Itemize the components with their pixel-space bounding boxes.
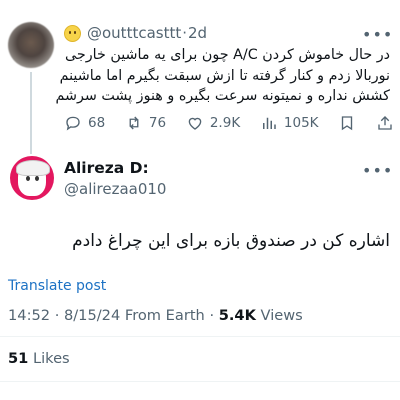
likes-summary[interactable]: 51 Likes: [8, 350, 70, 367]
header-separator: ·: [182, 24, 188, 42]
views-label: Views: [255, 307, 303, 324]
share-button[interactable]: [376, 114, 394, 132]
repost-button[interactable]: 76: [125, 114, 166, 132]
avatar-eye: [26, 176, 30, 181]
views-button[interactable]: 105K: [260, 114, 319, 132]
post-timestamp[interactable]: 14:52 · 8/15/24 From Earth ·: [8, 307, 219, 324]
tweet-text: در حال خاموش کردن A/C چون برای یه ماشین …: [55, 45, 390, 107]
divider: [0, 336, 400, 337]
like-button[interactable]: 2.9K: [186, 114, 240, 132]
share-icon: [378, 116, 392, 130]
likes-label: Likes: [28, 350, 70, 367]
post-time[interactable]: 2d: [188, 24, 207, 42]
reply-count: 68: [88, 115, 106, 131]
more-options-icon[interactable]: •••: [362, 163, 393, 179]
avatar-eye: [35, 176, 39, 181]
bookmark-icon: [342, 116, 353, 131]
avatar-hair: [16, 160, 50, 176]
reply-button[interactable]: 68: [64, 114, 105, 132]
author-handle[interactable]: @outttcasttt: [87, 24, 181, 42]
user-avatar-blurred[interactable]: [8, 22, 54, 68]
divider: [0, 381, 400, 382]
translate-post-link[interactable]: Translate post: [8, 278, 106, 294]
views-icon: [262, 117, 276, 129]
repost-icon: [129, 116, 139, 130]
post-metadata: 14:52 · 8/15/24 From Earth · 5.4K Views: [8, 307, 303, 324]
reply-icon: [66, 116, 80, 131]
author-name[interactable]: Alireza D:: [64, 159, 149, 177]
views-count: 5.4K: [218, 307, 256, 324]
tweet-text-line: در حال خاموش کردن A/C چون برای یه ماشین …: [64, 47, 390, 63]
author-handle[interactable]: @alirezaa010: [64, 180, 166, 198]
smiley-emoji-icon: [64, 24, 81, 42]
tweet-text-line: نوربالا زدم و کنار گرفته تا ازش سبقت بگی…: [59, 67, 390, 84]
likes-count: 51: [8, 350, 29, 367]
tweet-text-line: کشش نداره و نمیتونه سرعت بگیره و هنوز پش…: [55, 88, 390, 104]
user-avatar[interactable]: [10, 156, 54, 200]
reply-text: اشاره کن در صندوق بازه برای این چراغ داد…: [72, 231, 390, 251]
like-count: 2.9K: [209, 115, 241, 131]
bookmark-button[interactable]: [338, 114, 356, 132]
more-options-icon[interactable]: •••: [362, 27, 393, 43]
tweet-action-bar: 68 76 2.9K 105K: [64, 112, 394, 134]
like-icon: [188, 117, 202, 130]
views-count: 105K: [283, 115, 319, 131]
repost-count: 76: [148, 115, 167, 131]
thread-connector-line: [30, 72, 32, 154]
tweet-header: @outttcasttt · 2d: [64, 24, 207, 42]
